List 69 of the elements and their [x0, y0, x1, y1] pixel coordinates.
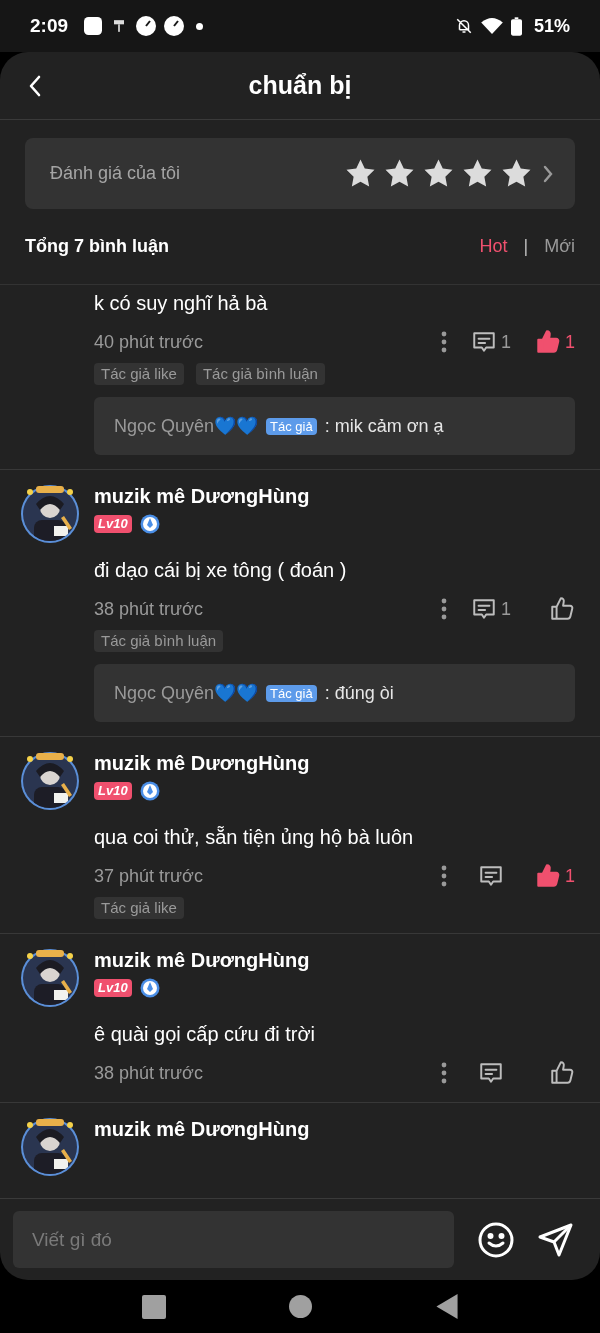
thumbs-up-icon[interactable] — [549, 596, 575, 622]
reply-text: : đúng òi — [324, 681, 394, 705]
separator: | — [523, 235, 529, 258]
reply-count: 1 — [501, 597, 511, 621]
rating-label: Đánh giá của tôi — [50, 162, 182, 185]
gauge-icon — [164, 16, 185, 36]
back-nav-icon[interactable] — [436, 1294, 459, 1319]
timestamp: 37 phút trước — [94, 864, 204, 888]
username[interactable]: muzik mê DươngHùng — [94, 484, 575, 508]
wifi-icon — [480, 17, 503, 35]
reply-author[interactable]: Ngọc Quyên💙💙 — [114, 412, 259, 440]
like-count: 1 — [565, 864, 575, 888]
thumbs-up-icon[interactable] — [549, 1060, 575, 1086]
comment-icon[interactable] — [471, 329, 497, 355]
comment-icon[interactable] — [478, 863, 504, 889]
comment-text: ê quài gọi cấp cứu đi trời — [94, 1022, 317, 1047]
more-icon[interactable] — [441, 1062, 447, 1084]
home-icon[interactable] — [289, 1295, 313, 1318]
medal-icon — [139, 781, 160, 801]
page-title: chuẩn bị — [248, 69, 352, 101]
chevron-right-icon — [543, 164, 553, 183]
timestamp: 38 phút trước — [94, 597, 204, 621]
like-count: 1 — [565, 330, 575, 354]
timestamp: 38 phút trước — [94, 1061, 204, 1085]
comment-input[interactable]: Viết gì đó — [13, 1211, 454, 1268]
tag: Tác giả bình luận — [94, 630, 224, 652]
dot-icon — [196, 22, 204, 30]
more-icon[interactable] — [441, 598, 447, 620]
battery-level: 51% — [533, 14, 570, 38]
recents-icon[interactable] — [141, 1294, 166, 1319]
send-icon[interactable] — [538, 1221, 574, 1258]
comment-text: qua coi thử, sẵn tiện ủng hộ bà luôn — [94, 825, 415, 850]
username[interactable]: muzik mê DươngHùng — [94, 751, 575, 775]
medal-icon — [139, 514, 160, 534]
tag: Tác giả like — [94, 363, 184, 385]
author-badge: Tác giả — [266, 684, 317, 702]
comment-text: đi dạo cái bị xe tông ( đoán ) — [94, 558, 348, 583]
status-time: 2:09 — [30, 13, 69, 38]
gauge-icon — [136, 16, 157, 36]
battery-icon — [510, 16, 522, 36]
medal-icon — [139, 978, 160, 998]
thumbs-up-icon[interactable] — [535, 329, 561, 355]
emoji-icon[interactable] — [478, 1221, 514, 1258]
sort-tab[interactable]: Hot — [479, 233, 508, 260]
back-icon — [29, 74, 41, 97]
level-badge: Lv10 — [94, 979, 132, 997]
comment-icon[interactable] — [471, 596, 497, 622]
level-badge: Lv10 — [94, 515, 132, 533]
brush-icon — [114, 20, 125, 32]
reply-count: 1 — [501, 330, 511, 354]
comment-text: k có suy nghĩ hả bà — [94, 291, 269, 316]
username[interactable]: muzik mê DươngHùng — [94, 1117, 575, 1141]
tag: Tác giả like — [94, 897, 184, 919]
more-icon[interactable] — [441, 331, 447, 353]
more-icon[interactable] — [441, 865, 447, 887]
sort-tab[interactable]: Mới — [544, 233, 575, 260]
rating-card[interactable]: Đánh giá của tôi — [25, 138, 575, 209]
comment-total: Tổng 7 bình luận — [25, 235, 170, 258]
author-badge: Tác giả — [266, 417, 317, 435]
reply-author[interactable]: Ngọc Quyên💙💙 — [114, 679, 259, 707]
level-badge: Lv10 — [94, 782, 132, 800]
bell-off-icon — [454, 17, 473, 35]
username[interactable]: muzik mê DươngHùng — [94, 948, 575, 972]
app-notification-icon — [84, 17, 103, 35]
tag: Tác giả bình luận — [195, 363, 325, 385]
comment-icon[interactable] — [478, 1060, 504, 1086]
timestamp: 40 phút trước — [94, 330, 204, 354]
reply-text: : mik cảm ơn ạ — [324, 414, 444, 438]
thumbs-up-icon[interactable] — [535, 863, 561, 889]
